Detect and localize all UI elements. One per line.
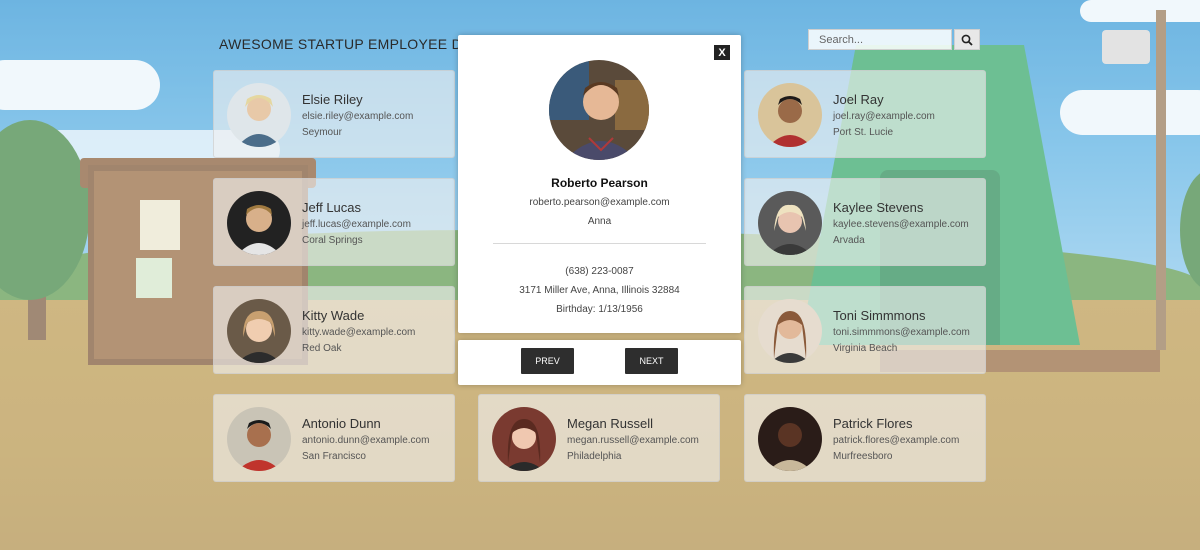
employee-email: kitty.wade@example.com <box>302 327 416 338</box>
avatar <box>758 407 822 471</box>
employee-name: Megan Russell <box>567 416 653 431</box>
avatar <box>227 191 291 255</box>
employee-name: Antonio Dunn <box>302 416 381 431</box>
employee-city: Seymour <box>302 127 343 138</box>
employee-card[interactable]: Joel Ray joel.ray@example.com Port St. L… <box>744 70 986 158</box>
prev-button[interactable]: PREV <box>521 348 574 374</box>
search-button[interactable] <box>954 29 980 50</box>
divider <box>493 243 706 244</box>
magnifier-icon <box>961 34 973 46</box>
employee-name: Kitty Wade <box>302 308 365 323</box>
employee-name: Joel Ray <box>833 92 884 107</box>
employee-name: Patrick Flores <box>833 416 913 431</box>
avatar <box>758 299 822 363</box>
modal-email: roberto.pearson@example.com <box>529 197 670 208</box>
avatar <box>758 191 822 255</box>
page-title: AWESOME STARTUP EMPLOYEE DIREC <box>219 36 497 52</box>
employee-email: antonio.dunn@example.com <box>302 435 430 446</box>
employee-city: Arvada <box>833 235 865 246</box>
avatar <box>227 299 291 363</box>
employee-email: jeff.lucas@example.com <box>302 219 411 230</box>
employee-email: kaylee.stevens@example.com <box>833 219 969 230</box>
employee-email: elsie.riley@example.com <box>302 111 414 122</box>
employee-city: Philadelphia <box>567 451 622 462</box>
avatar <box>227 407 291 471</box>
employee-card[interactable]: Elsie Riley elsie.riley@example.com Seym… <box>213 70 455 158</box>
employee-name: Kaylee Stevens <box>833 200 924 215</box>
employee-email: megan.russell@example.com <box>567 435 699 446</box>
employee-city: San Francisco <box>302 451 366 462</box>
employee-email: toni.simmmons@example.com <box>833 327 970 338</box>
employee-city: Red Oak <box>302 343 342 354</box>
employee-name: Jeff Lucas <box>302 200 362 215</box>
employee-modal: X Roberto Pearson roberto.pearson@exampl… <box>458 35 741 333</box>
employee-card[interactable]: Antonio Dunn antonio.dunn@example.com Sa… <box>213 394 455 482</box>
avatar <box>492 407 556 471</box>
employee-city: Virginia Beach <box>833 343 898 354</box>
employee-card[interactable]: Megan Russell megan.russell@example.com … <box>478 394 720 482</box>
employee-email: joel.ray@example.com <box>833 111 935 122</box>
employee-card[interactable]: Jeff Lucas jeff.lucas@example.com Coral … <box>213 178 455 266</box>
modal-address: 3171 Miller Ave, Anna, Illinois 32884 <box>519 285 680 296</box>
employee-email: patrick.flores@example.com <box>833 435 960 446</box>
employee-name: Toni Simmmons <box>833 308 926 323</box>
employee-card[interactable]: Patrick Flores patrick.flores@example.co… <box>744 394 986 482</box>
avatar <box>227 83 291 147</box>
employee-card[interactable]: Kaylee Stevens kaylee.stevens@example.co… <box>744 178 986 266</box>
employee-card[interactable]: Kitty Wade kitty.wade@example.com Red Oa… <box>213 286 455 374</box>
employee-city: Murfreesboro <box>833 451 893 462</box>
employee-name: Elsie Riley <box>302 92 363 107</box>
close-button[interactable]: X <box>714 45 730 60</box>
employee-card[interactable]: Toni Simmmons toni.simmmons@example.com … <box>744 286 986 374</box>
modal-city: Anna <box>587 216 612 227</box>
modal-name: Roberto Pearson <box>551 176 648 190</box>
next-button[interactable]: NEXT <box>625 348 678 374</box>
employee-city: Port St. Lucie <box>833 127 894 138</box>
search-bar <box>808 29 980 50</box>
search-input[interactable] <box>808 29 952 50</box>
modal-avatar <box>549 60 649 160</box>
modal-birthday: Birthday: 1/13/1956 <box>556 304 643 315</box>
employee-city: Coral Springs <box>302 235 363 246</box>
modal-navigation: PREV NEXT <box>458 340 741 385</box>
modal-phone: (638) 223-0087 <box>565 266 634 277</box>
avatar <box>758 83 822 147</box>
